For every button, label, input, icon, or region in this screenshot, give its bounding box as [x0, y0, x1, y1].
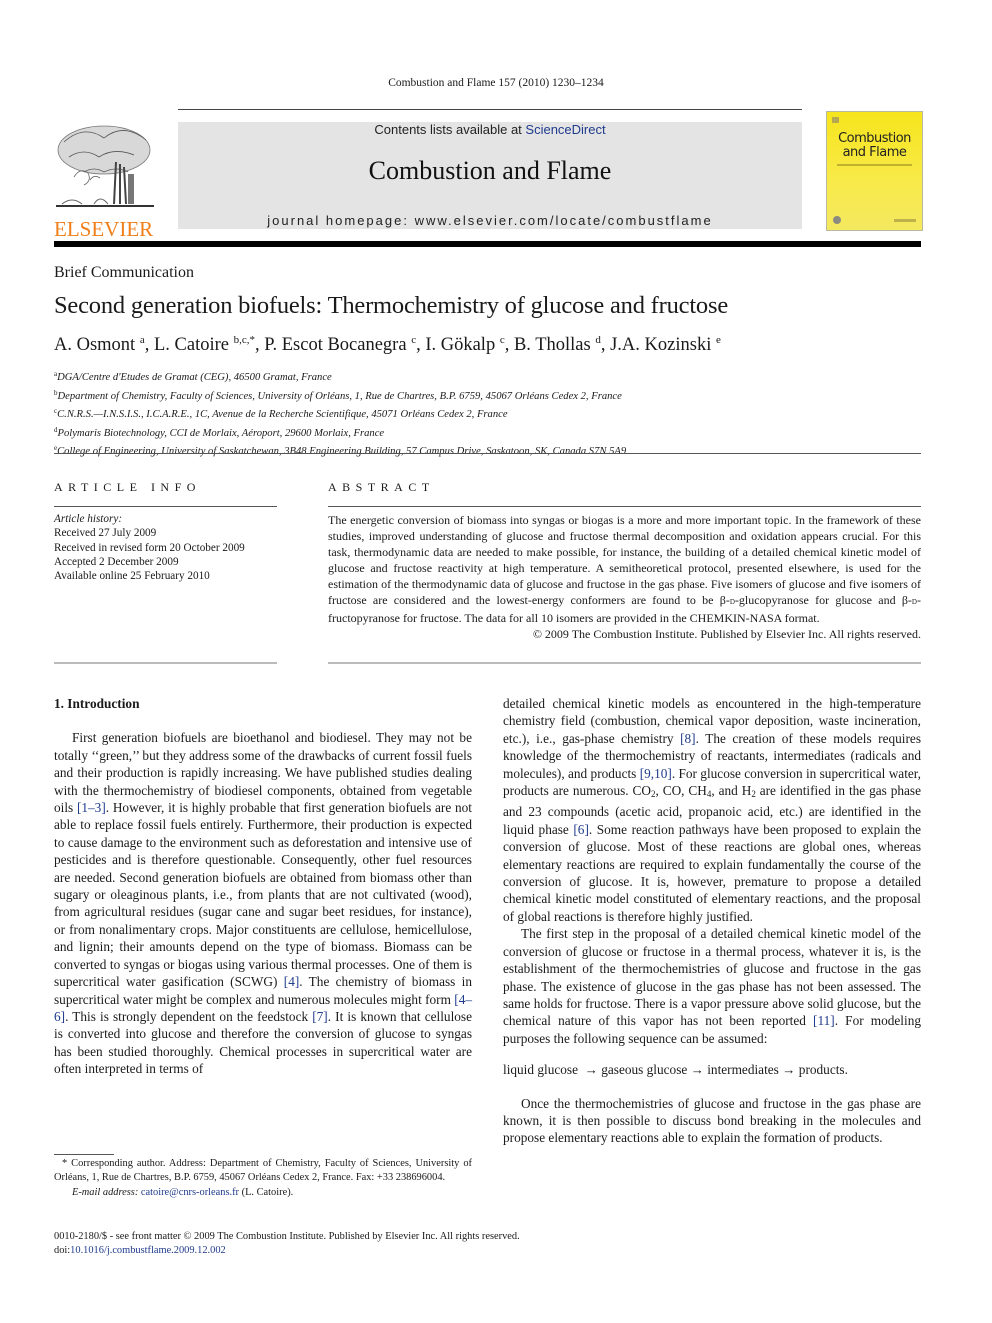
abstract-body: The energetic conversion of biomass into…	[328, 512, 921, 642]
history-item: Received in revised form 20 October 2009	[54, 541, 245, 554]
issn-line: 0010-2180/$ - see front matter © 2009 Th…	[54, 1231, 520, 1242]
history-item: Available online 25 February 2010	[54, 570, 210, 583]
sciencedirect-link[interactable]: ScienceDirect	[525, 122, 605, 137]
header-thick-rule	[54, 241, 921, 247]
author-name: B. Thollas	[513, 335, 596, 355]
affiliation-text: Department of Chemistry, Faculty of Scie…	[57, 390, 622, 402]
author-name: P. Escot Bocanegra	[264, 335, 412, 355]
author-affiliation-marker[interactable]: c	[500, 334, 505, 346]
doi-line: doi:10.1016/j.combustflame.2009.12.002	[54, 1245, 226, 1257]
section-heading: 1. Introduction	[54, 696, 140, 711]
history-item: Received 27 July 2009	[54, 527, 157, 540]
doi-link[interactable]: 10.1016/j.combustflame.2009.12.002	[70, 1245, 226, 1256]
elsevier-wordmark: ELSEVIER	[54, 217, 154, 241]
affiliation: dPolymaris Biotechnology, CCI de Morlaix…	[54, 423, 626, 442]
chemical-subscript: 2	[751, 789, 756, 800]
article-info-bottom-rule	[54, 662, 277, 664]
history-label: Article history:	[54, 513, 123, 525]
body-right-column: detailed chemical kinetic models as enco…	[503, 695, 921, 1147]
contents-line: Contents lists available at ScienceDirec…	[178, 122, 802, 137]
affiliation: aDGA/Centre d'Etudes de Gramat (CEG), 46…	[54, 367, 626, 386]
author-name: L. Catoire	[153, 335, 234, 355]
affiliation: eCollege of Engineering, University of S…	[54, 441, 626, 460]
author-name: A. Osmont	[54, 335, 140, 355]
abstract-text: The energetic conversion of biomass into…	[328, 513, 921, 625]
citation-link[interactable]: [11]	[813, 1013, 835, 1028]
abstract-rule	[328, 506, 921, 507]
journal-homepage[interactable]: journal homepage: www.elsevier.com/locat…	[178, 213, 802, 228]
author-affiliation-marker[interactable]: a	[140, 334, 145, 346]
header-divider	[54, 453, 921, 454]
elsevier-logo[interactable]: ELSEVIER	[54, 122, 156, 241]
abstract-heading: ABSTRACT	[328, 480, 435, 494]
cover-footer-text	[894, 219, 916, 222]
article-info-rule	[54, 506, 277, 507]
article-type: Brief Communication	[54, 264, 194, 281]
header-rule	[178, 109, 802, 110]
body-left-column: 1. Introduction First generation biofuel…	[54, 695, 472, 1078]
corresponding-author-footnote: * Corresponding author. Address: Departm…	[54, 1157, 472, 1200]
footnote-rule	[54, 1154, 114, 1155]
journal-title: Combustion and Flame	[368, 156, 612, 185]
article-title: Second generation biofuels: Thermochemis…	[54, 292, 728, 319]
issn-doi-block: 0010-2180/$ - see front matter © 2009 Th…	[54, 1230, 520, 1259]
paragraph: First generation biofuels are bioethanol…	[54, 730, 473, 1077]
affiliation-text: DGA/Centre d'Etudes de Gramat (CEG), 465…	[57, 372, 332, 383]
author-name: J.A. Kozinski	[610, 335, 716, 355]
affiliation: bDepartment of Chemistry, Faculty of Sci…	[54, 386, 626, 405]
reaction-sequence-equation: liquid glucose → gaseous glucose → inter…	[503, 1062, 848, 1078]
affiliation-text: Polymaris Biotechnology, CCI de Morlaix,…	[57, 427, 385, 439]
article-history: Article history: Received 27 July 2009 R…	[54, 512, 245, 583]
author-affiliation-marker[interactable]: e	[716, 334, 721, 346]
cover-emblem-icon	[833, 216, 841, 224]
contents-prefix: Contents lists available at	[374, 122, 526, 137]
journal-banner: Contents lists available at ScienceDirec…	[178, 122, 802, 229]
abstract-bottom-rule	[328, 662, 921, 664]
citation-link[interactable]: [9,10]	[640, 766, 672, 781]
citation-link[interactable]: [4–6]	[54, 992, 472, 1024]
paragraph: detailed chemical kinetic models as enco…	[503, 696, 922, 924]
author-name: I. Gökalp	[425, 335, 500, 355]
journal-cover-thumbnail[interactable]: Combustion and Flame	[826, 111, 923, 231]
history-item: Accepted 2 December 2009	[54, 555, 179, 568]
affiliation-list: aDGA/Centre d'Etudes de Gramat (CEG), 46…	[54, 367, 626, 460]
affiliation-text: C.N.R.S.—I.N.S.I.S., I.C.A.R.E., 1C, Ave…	[57, 409, 508, 420]
citation-link[interactable]: [1–3]	[77, 800, 106, 815]
elsevier-tree-icon	[56, 125, 154, 207]
paragraph: The first step in the proposal of a deta…	[503, 926, 921, 1046]
author-list: A. Osmont a, L. Catoire b,c,*, P. Escot …	[54, 334, 721, 355]
footnote-email-line: E-mail address: catoire@cnrs-orleans.fr …	[72, 1186, 294, 1198]
article-info-heading: ARTICLE INFO	[54, 480, 201, 494]
cover-title: Combustion and Flame	[838, 131, 911, 160]
footnote-address: * Corresponding author. Address: Departm…	[54, 1158, 472, 1184]
citation-link[interactable]: [4]	[284, 974, 300, 989]
citation-link[interactable]: [7]	[312, 1009, 328, 1024]
chemical-subscript: 2	[650, 789, 656, 800]
running-head: Combustion and Flame 157 (2010) 1230–123…	[388, 77, 604, 89]
chemical-subscript: 4	[706, 789, 712, 800]
affiliation-text: College of Engineering, University of Sa…	[57, 446, 627, 457]
citation-link[interactable]: [8]	[680, 731, 696, 746]
author-affiliation-marker[interactable]: b,c,*	[234, 334, 255, 346]
affiliation: cC.N.R.S.—I.N.S.I.S., I.C.A.R.E., 1C, Av…	[54, 404, 626, 423]
abstract-copyright: © 2009 The Combustion Institute. Publish…	[532, 627, 921, 641]
citation-link[interactable]: [6]	[573, 822, 589, 837]
paragraph: Once the thermochemistries of glucose an…	[503, 1095, 921, 1146]
cover-publisher-mark-icon	[832, 117, 839, 123]
cover-subtitle-line	[837, 164, 912, 166]
author-affiliation-marker[interactable]: d	[595, 334, 601, 346]
email-link[interactable]: catoire@cnrs-orleans.fr	[141, 1187, 239, 1198]
author-affiliation-marker[interactable]: c	[411, 334, 416, 346]
